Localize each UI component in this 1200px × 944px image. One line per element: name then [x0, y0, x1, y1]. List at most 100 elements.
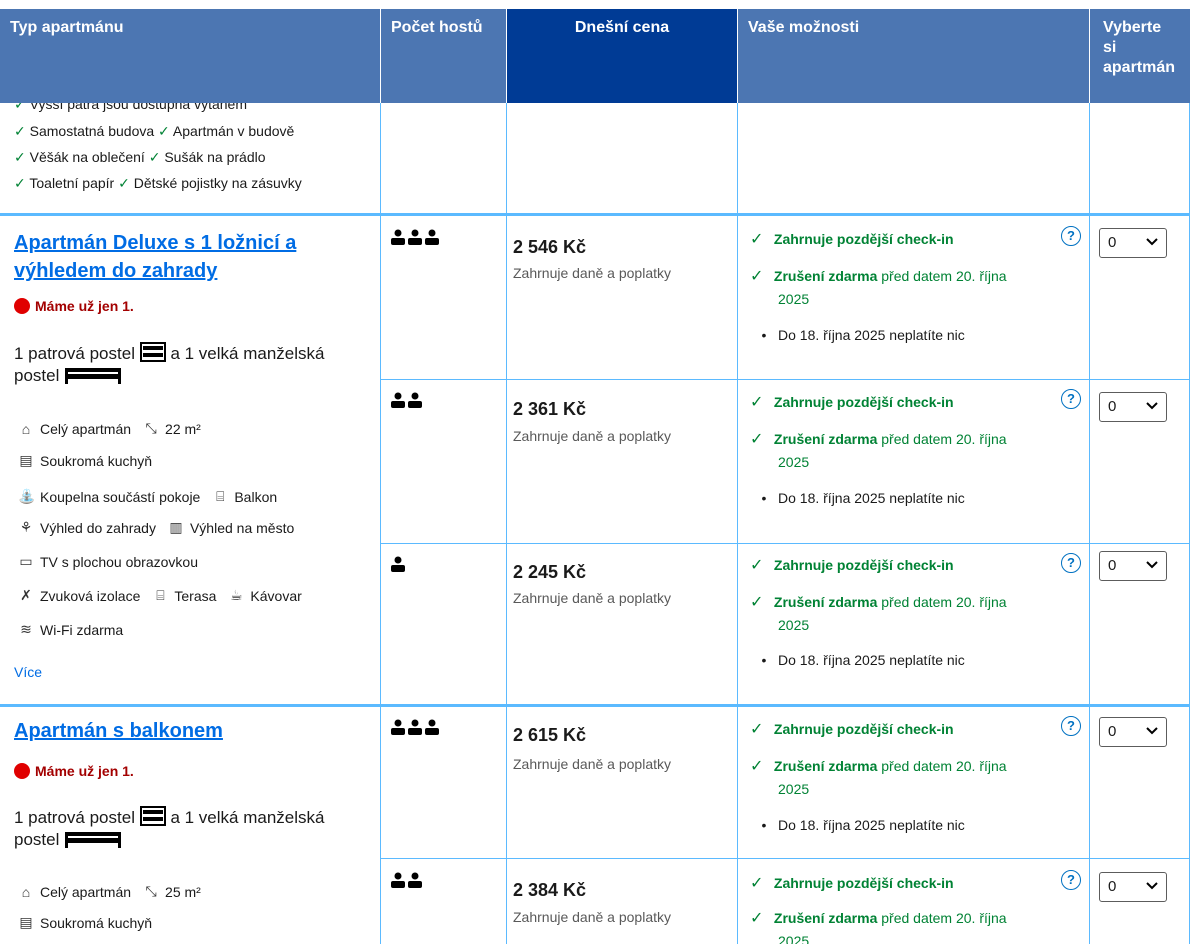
chevron-down-icon — [1146, 727, 1158, 735]
bunk-bed-icon — [139, 342, 166, 362]
room-quantity-select[interactable]: 0 — [1099, 872, 1167, 902]
amenity-item: Toaletní papír — [29, 175, 115, 191]
feature-size: 22 m² — [165, 420, 201, 437]
shower-icon: ⛲ — [18, 488, 36, 504]
feature-row: ⚘ Výhled do zahrady ▥ Výhled na město — [18, 519, 295, 536]
header-room-type-label: Typ apartmánu — [10, 19, 124, 36]
more-link[interactable]: Více — [14, 664, 42, 680]
feature-wifi: Wi-Fi zdarma — [40, 621, 124, 638]
help-icon[interactable]: ? — [1061, 870, 1081, 890]
option-free-cancel: ✓ Zrušení zdarma před datem 20. října 202… — [750, 594, 1007, 633]
person-icon — [390, 229, 406, 245]
room-quantity-select[interactable]: 0 — [1099, 551, 1167, 581]
check-icon: ✓ — [750, 557, 764, 574]
header-select-line3: apartmán — [1103, 59, 1176, 76]
feature-kitchen: Soukromá kuchyň — [40, 914, 153, 931]
check-icon: ✓ — [750, 758, 764, 775]
amenity-item: Apartmán v budově — [172, 123, 295, 139]
guest-count-icons — [390, 392, 423, 408]
bed-info: 1 patrová postel a 1 velká manželská pos… — [14, 806, 325, 849]
amenity-item: ✓ Vyšší patra jsou dostupná výtahem — [14, 103, 247, 113]
house-icon: ⌂ — [21, 420, 31, 437]
option-pay-later: • Do 18. října 2025 neplatíte nic — [750, 817, 965, 833]
amenity-item: Dětské pojistky na zásuvky — [133, 175, 302, 191]
guest-count-icons — [390, 719, 440, 735]
room-title-link[interactable]: Apartmán s balkonem — [14, 717, 223, 745]
chevron-down-icon — [1146, 882, 1158, 890]
tv-icon: ▭ — [19, 553, 33, 569]
header-options-label: Vaše možnosti — [748, 19, 860, 36]
feature-row: ▤ Soukromá kuchyň — [18, 452, 152, 469]
check-icon: ✓ — [750, 721, 764, 738]
check-icon: ✓ — [14, 175, 26, 191]
help-icon[interactable]: ? — [1061, 389, 1081, 409]
check-icon: ✓ — [750, 910, 764, 927]
feature-tv: TV s plochou obrazovkou — [40, 553, 198, 570]
option-free-cancel: ✓ Zrušení zdarma před datem 20. října 202… — [750, 268, 1007, 307]
bunk-bed-icon — [139, 806, 166, 826]
header-select-line1: Vyberte — [1103, 19, 1162, 36]
double-bed-icon — [65, 368, 122, 384]
option-pay-later: • Do 18. října 2025 neplatíte nic — [750, 652, 965, 668]
room-quantity-select[interactable]: 0 — [1099, 228, 1167, 258]
header-select: Vyberte si apartmán — [1090, 9, 1190, 103]
size-icon: ⤡ — [145, 883, 157, 899]
person-icon — [407, 872, 423, 888]
price: 2 546 Kč — [513, 237, 587, 257]
help-icon[interactable]: ? — [1061, 226, 1081, 246]
person-icon — [390, 392, 406, 408]
feature-whole-apartment: Celý apartmán — [40, 420, 132, 437]
header-guests-label: Počet hostů — [391, 19, 483, 36]
option-free-cancel: ✓ Zrušení zdarma před datem 20. října 202… — [750, 758, 1007, 797]
chevron-down-icon — [1146, 238, 1158, 246]
feature-bathroom: Koupelna součástí pokoje — [40, 488, 201, 505]
person-icon — [390, 872, 406, 888]
house-icon: ⌂ — [21, 883, 31, 900]
person-icon — [390, 719, 406, 735]
check-icon: ✓ — [14, 123, 26, 139]
header-select-line2: si — [1103, 39, 1117, 56]
amenity-item: Věšák na oblečení — [29, 149, 145, 165]
garden-icon: ⚘ — [19, 519, 33, 535]
coffee-icon: ☕ — [230, 587, 243, 603]
amenity-item: Sušák na prádlo — [164, 149, 266, 165]
header-options: Vaše možnosti — [738, 9, 1089, 103]
price: 2 384 Kč — [513, 880, 587, 900]
price: 2 361 Kč — [513, 399, 587, 419]
check-icon: ✓ — [14, 103, 26, 112]
bullet-icon: • — [761, 327, 767, 343]
guest-count-icons — [390, 556, 406, 572]
option-free-cancel: ✓ Zrušení zdarma před datem 20. října 202… — [750, 431, 1007, 470]
rate-separator — [381, 858, 1190, 859]
person-icon — [424, 229, 440, 245]
room-quantity-select[interactable]: 0 — [1099, 717, 1167, 747]
header-room-type: Typ apartmánu — [0, 9, 380, 103]
room-separator — [0, 213, 1190, 216]
col-divider-3 — [737, 103, 738, 944]
wifi-icon: ≋ — [20, 621, 32, 637]
room-title-link[interactable]: Apartmán Deluxe s 1 ložnicí a výhledem do… — [14, 229, 296, 285]
option-late-checkin: ✓ Zahrnuje pozdější check-in — [750, 394, 954, 411]
bullet-icon: • — [761, 817, 767, 833]
price: 2 615 Kč — [513, 725, 587, 745]
amenity-row: ✓ Toaletní papír ✓ Dětské pojistky na zá… — [14, 174, 302, 192]
feature-size: 25 m² — [165, 883, 201, 900]
check-icon: ✓ — [118, 175, 130, 191]
help-icon[interactable]: ? — [1061, 716, 1081, 736]
taxes-note: Zahrnuje daně a poplatky — [513, 756, 671, 772]
red-dot-icon — [14, 763, 30, 779]
col-divider-1 — [380, 103, 381, 944]
feature-whole-apartment: Celý apartmán — [40, 883, 132, 900]
check-icon: ✓ — [750, 231, 764, 248]
check-icon: ✓ — [158, 123, 170, 139]
feature-garden-view: Výhled do zahrady — [40, 519, 156, 536]
header-guests: Počet hostů — [381, 9, 506, 103]
help-icon[interactable]: ? — [1061, 553, 1081, 573]
balcony-icon: ⌸ — [216, 488, 225, 504]
person-icon — [390, 556, 406, 572]
room-separator — [0, 704, 1190, 707]
check-icon: ✓ — [750, 875, 764, 892]
room-quantity-select[interactable]: 0 — [1099, 392, 1167, 422]
person-icon — [407, 719, 423, 735]
double-bed-icon — [65, 832, 122, 848]
